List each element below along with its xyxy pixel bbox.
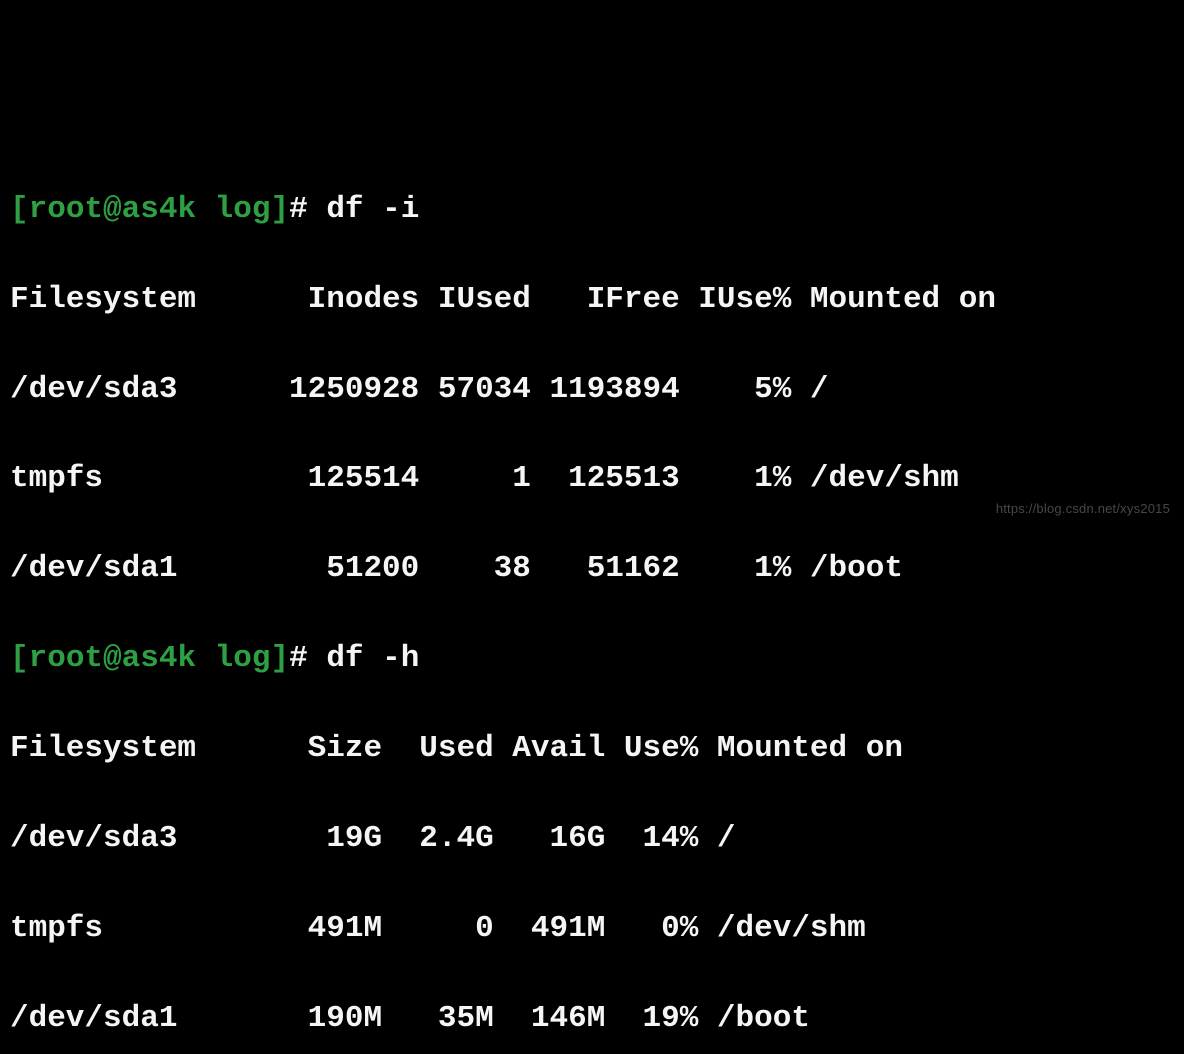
df-h-header: Filesystem Size Used Avail Use% Mounted … xyxy=(10,727,1174,772)
prompt-user: root xyxy=(29,192,103,227)
prompt-hash: # xyxy=(289,192,326,227)
prompt-user: root xyxy=(29,641,103,676)
prompt-host: as4k xyxy=(122,641,196,676)
watermark-text: https://blog.csdn.net/xys2015 xyxy=(996,500,1170,519)
prompt-open-br: [ xyxy=(10,192,29,227)
prompt-at: @ xyxy=(103,192,122,227)
prompt-close-br: ] xyxy=(270,192,289,227)
prompt-at: @ xyxy=(103,641,122,676)
command-df-i: df -i xyxy=(326,192,419,227)
prompt-dir: log xyxy=(215,192,271,227)
df-i-row: tmpfs 125514 1 125513 1% /dev/shm xyxy=(10,457,1174,502)
command-df-h: df -h xyxy=(326,641,419,676)
prompt-dir: log xyxy=(215,641,271,676)
prompt-close-br: ] xyxy=(270,641,289,676)
df-h-row: /dev/sda1 190M 35M 146M 19% /boot xyxy=(10,997,1174,1042)
df-h-row: tmpfs 491M 0 491M 0% /dev/shm xyxy=(10,907,1174,952)
prompt-open-br: [ xyxy=(10,641,29,676)
prompt-line-2[interactable]: [root@as4k log]# df -h xyxy=(10,637,1174,682)
prompt-space xyxy=(196,192,215,227)
df-h-row: /dev/sda3 19G 2.4G 16G 14% / xyxy=(10,817,1174,862)
prompt-space xyxy=(196,641,215,676)
df-i-row: /dev/sda3 1250928 57034 1193894 5% / xyxy=(10,368,1174,413)
prompt-host: as4k xyxy=(122,192,196,227)
prompt-hash: # xyxy=(289,641,326,676)
prompt-line-1[interactable]: [root@as4k log]# df -i xyxy=(10,188,1174,233)
df-i-row: /dev/sda1 51200 38 51162 1% /boot xyxy=(10,547,1174,592)
df-i-header: Filesystem Inodes IUsed IFree IUse% Moun… xyxy=(10,278,1174,323)
